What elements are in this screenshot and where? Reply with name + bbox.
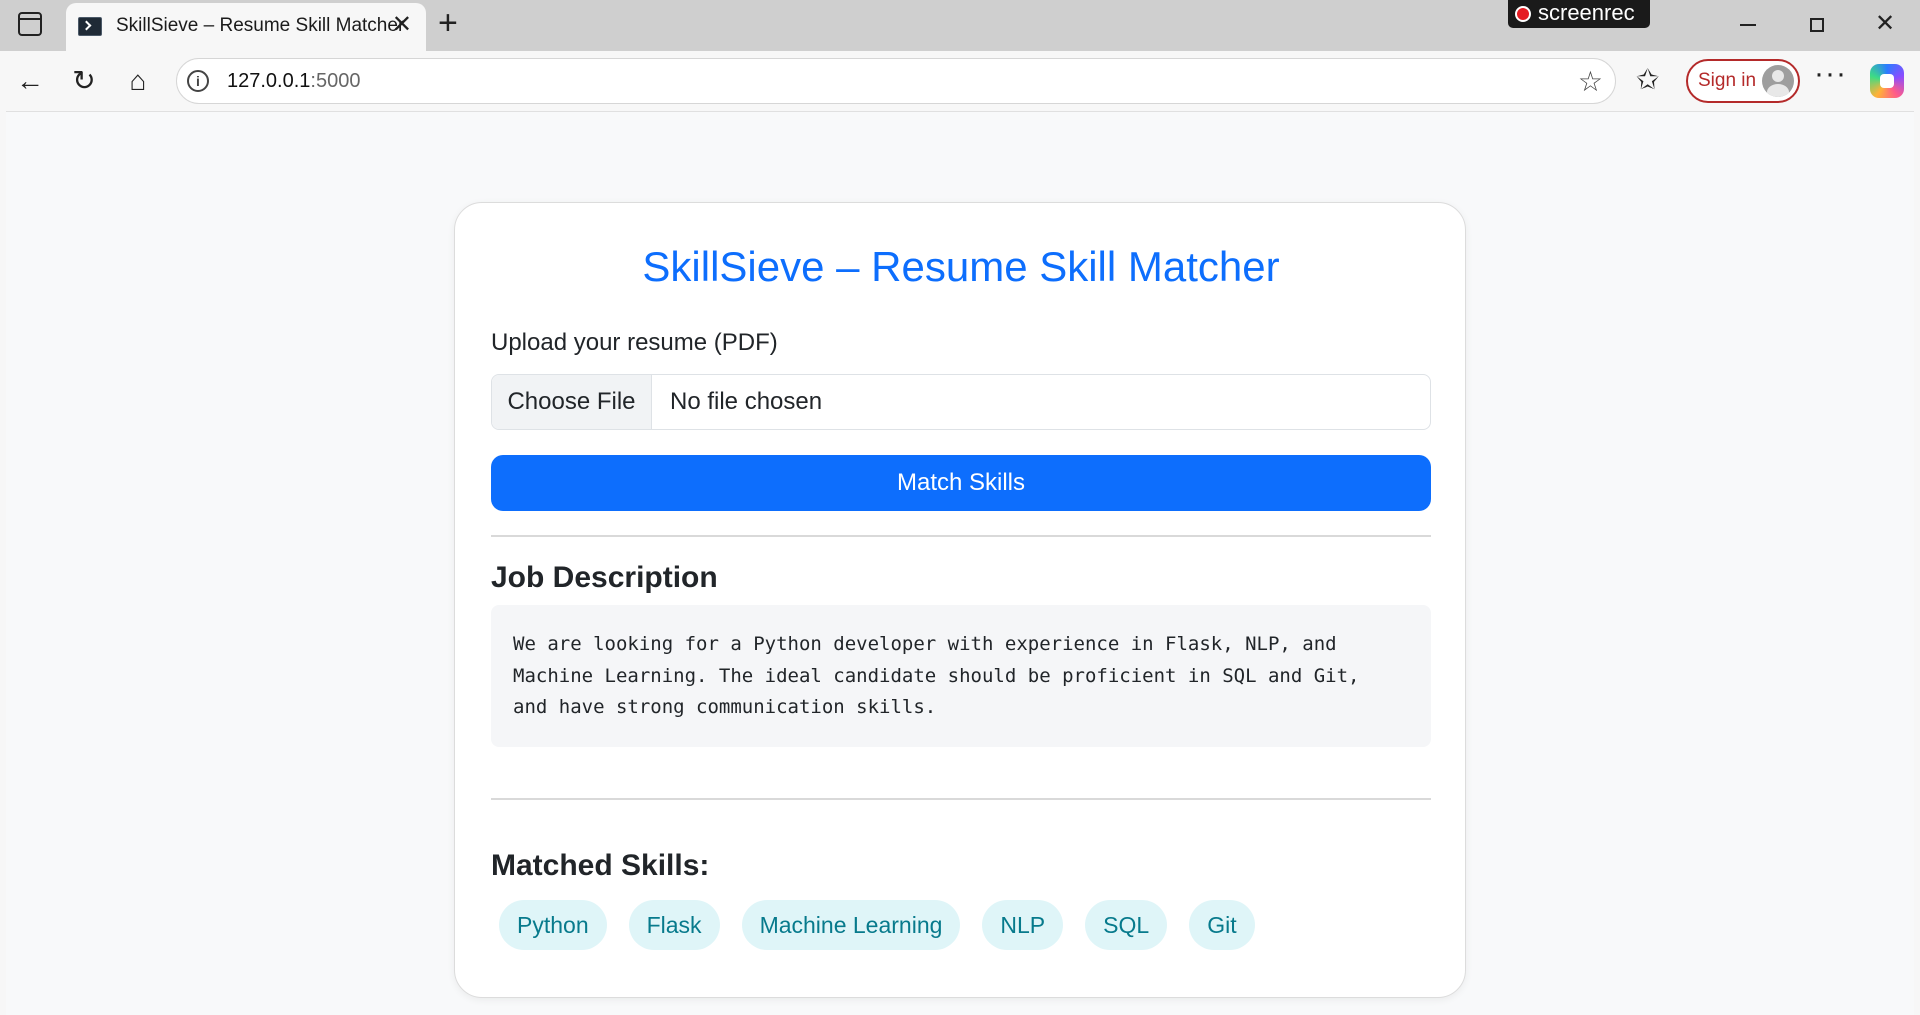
close-icon[interactable]: ✕ <box>392 12 412 38</box>
url-host: 127.0.0.1 <box>227 70 311 92</box>
record-dot-icon <box>1515 6 1531 22</box>
browser-toolbar: ← ↻ ⌂ i 127.0.0.1:5000 ☆ ✩ Sign in ··· <box>0 51 1920 111</box>
browser-tab[interactable]: SkillSieve – Resume Skill Matcher ✕ <box>66 3 426 51</box>
page-viewport: SkillSieve – Resume Skill Matcher Upload… <box>6 111 1914 1015</box>
page-title: SkillSieve – Resume Skill Matcher <box>642 243 1280 290</box>
plus-icon[interactable]: + <box>438 6 458 40</box>
url-port: :5000 <box>310 70 361 92</box>
recording-label: screenrec <box>1538 0 1635 25</box>
browser-titlebar: SkillSieve – Resume Skill Matcher ✕ + sc… <box>0 0 1920 51</box>
back-arrow-icon[interactable]: ← <box>12 63 48 99</box>
match-skills-button[interactable]: Match Skills <box>491 455 1431 511</box>
info-icon[interactable]: i <box>187 70 209 92</box>
matcher-card: SkillSieve – Resume Skill Matcher Upload… <box>454 202 1466 998</box>
reload-icon[interactable]: ↻ <box>66 63 102 99</box>
star-icon[interactable]: ☆ <box>1578 65 1603 98</box>
divider <box>491 798 1431 800</box>
tab-title: SkillSieve – Resume Skill Matcher <box>116 15 405 36</box>
sign-in-label: Sign in <box>1698 70 1757 91</box>
matched-skills-list: Python Flask Machine Learning NLP SQL Gi… <box>499 900 1255 950</box>
restore-icon[interactable] <box>1797 8 1837 40</box>
file-status-text: No file chosen <box>670 388 823 415</box>
matched-skills-heading: Matched Skills: <box>491 849 710 882</box>
job-description-heading: Job Description <box>491 561 718 594</box>
skill-badge: Git <box>1189 900 1255 950</box>
minimize-icon[interactable] <box>1728 8 1768 40</box>
more-icon[interactable]: ··· <box>1814 57 1847 91</box>
address-bar[interactable]: i 127.0.0.1:5000 ☆ <box>176 58 1616 104</box>
upload-label: Upload your resume (PDF) <box>491 329 778 356</box>
skill-badge: Machine Learning <box>741 900 961 950</box>
copilot-icon[interactable] <box>1870 64 1904 98</box>
sidebar-toggle-icon[interactable] <box>18 12 42 36</box>
sign-in-button[interactable]: Sign in <box>1686 59 1800 103</box>
skill-badge: Python <box>499 900 607 950</box>
skill-badge: NLP <box>982 900 1064 950</box>
resume-file-input[interactable]: Choose File No file chosen <box>491 374 1431 430</box>
divider <box>491 535 1431 537</box>
terminal-favicon-icon <box>78 17 102 36</box>
favorites-icon[interactable]: ✩ <box>1636 63 1659 96</box>
skill-badge: Flask <box>628 900 720 950</box>
recording-badge: screenrec <box>1508 0 1650 28</box>
skill-badge: SQL <box>1085 900 1168 950</box>
job-description-text: We are looking for a Python developer wi… <box>491 605 1431 747</box>
choose-file-button[interactable]: Choose File <box>492 375 652 429</box>
close-window-icon[interactable]: ✕ <box>1865 8 1905 40</box>
home-icon[interactable]: ⌂ <box>120 63 156 99</box>
avatar-icon <box>1762 65 1794 97</box>
url-text[interactable]: 127.0.0.1:5000 <box>227 70 360 93</box>
